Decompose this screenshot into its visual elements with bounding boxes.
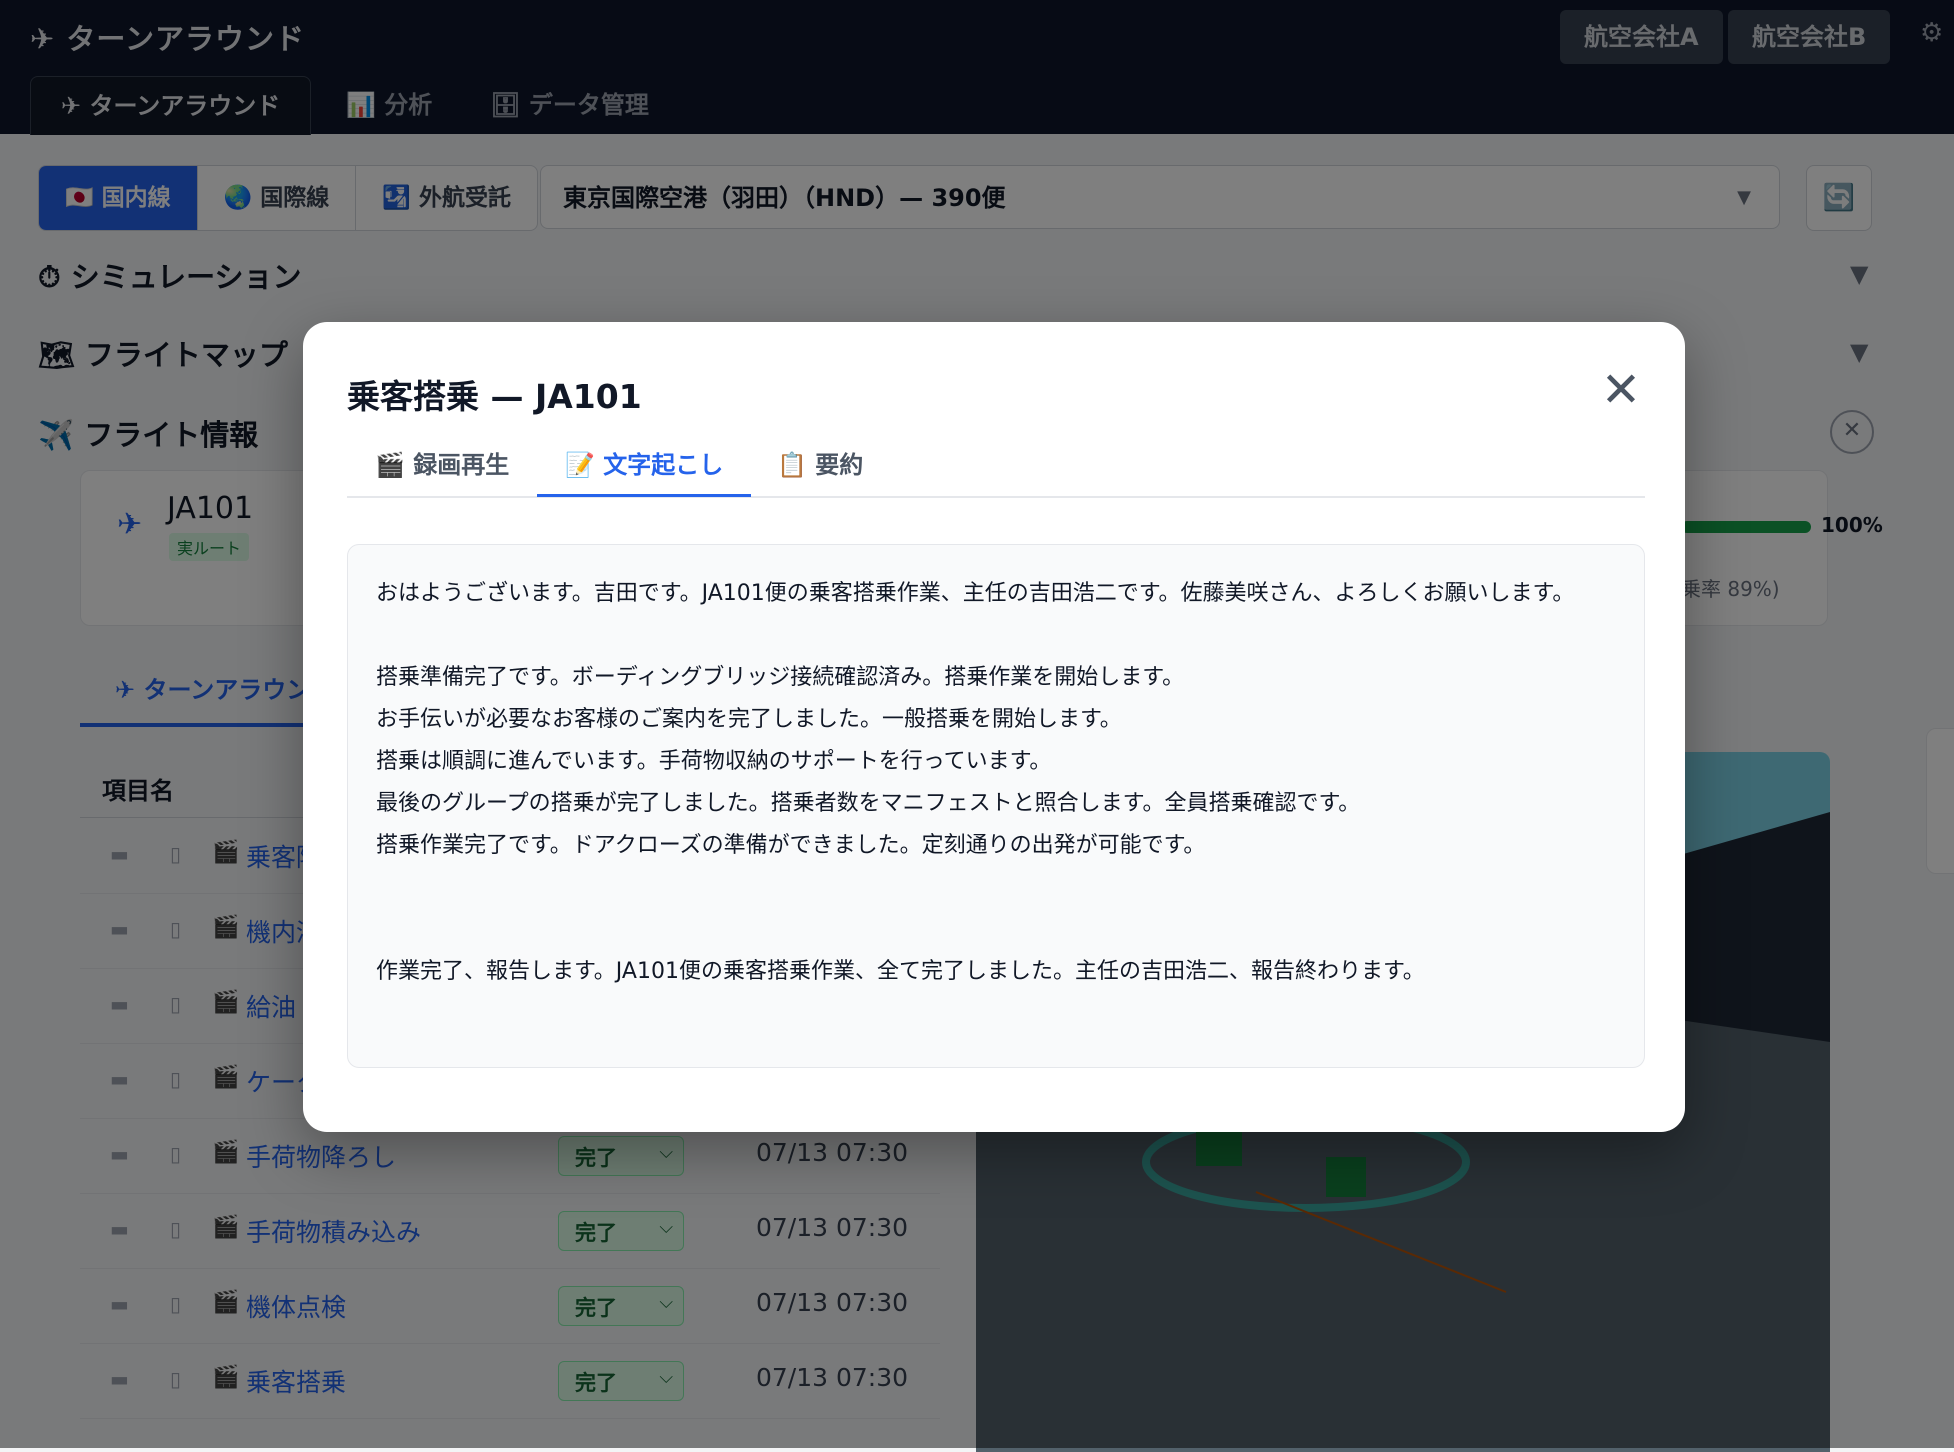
transcript-line: お手伝いが必要なお客様のご案内を完了しました。一般搭乗を開始します。 [376,707,1122,732]
tab-recording-playback[interactable]: 🎬 録画再生 [347,440,537,494]
transcript-line: 搭乗準備完了です。ボーディングブリッジ接続確認済み。搭乗作業を開始します。 [376,665,1185,690]
transcript-line: 搭乗は順調に進んでいます。手荷物収納のサポートを行っています。 [376,749,1052,774]
transcript-line: 作業完了、報告します。JA101便の乗客搭乗作業、全て完了しました。主任の吉田浩… [376,959,1425,984]
tab-summary[interactable]: 📋 要約 [749,440,891,494]
transcript-line: 最後のグループの搭乗が完了しました。搭乗者数をマニフェストと照合します。全員搭乗… [376,791,1361,816]
modal-tabs: 🎬 録画再生 📝 文字起こし 📋 要約 [347,440,1645,498]
tab-transcript[interactable]: 📝 文字起こし [537,440,752,497]
modal-title: 乗客搭乗 — JA101 [347,377,642,416]
close-icon[interactable]: ✕ [1593,364,1649,420]
transcript-panel: おはようございます。吉田です。JA101便の乗客搭乗作業、主任の吉田浩二です。佐… [347,544,1645,1068]
recording-modal: 乗客搭乗 — JA101 ✕ 🎬 録画再生 📝 文字起こし 📋 要約 おはようご… [303,322,1685,1132]
transcript-line: おはようございます。吉田です。JA101便の乗客搭乗作業、主任の吉田浩二です。佐… [376,581,1575,606]
transcript-line: 搭乗作業完了です。ドアクローズの準備ができました。定刻通りの出発が可能です。 [376,833,1206,858]
